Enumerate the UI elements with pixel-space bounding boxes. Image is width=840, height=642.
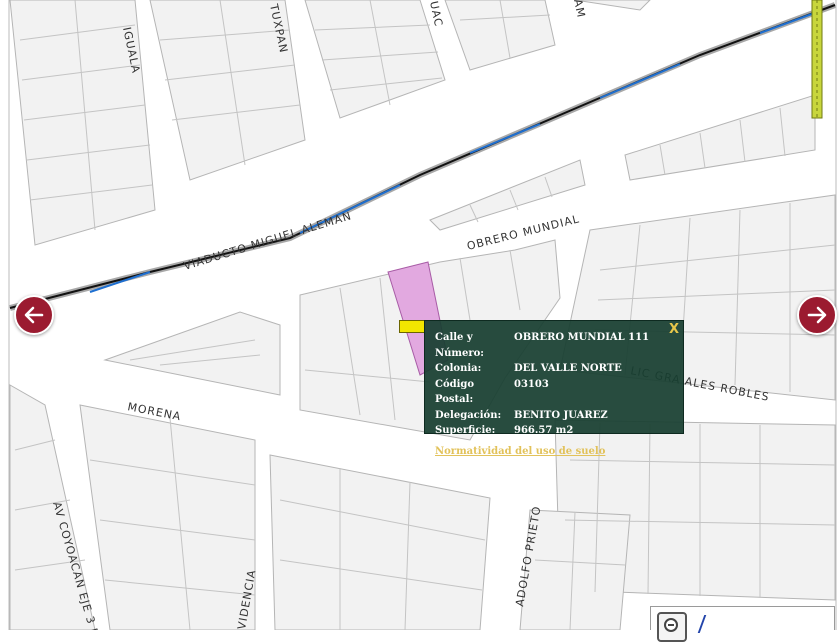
info-row-address: Calle y Número: OBRERO MUNDIAL 111 xyxy=(435,330,673,361)
pan-right-button[interactable] xyxy=(797,295,837,335)
arrow-left-icon xyxy=(24,306,44,324)
info-label: Código Postal: xyxy=(435,378,475,406)
info-value: 03103 xyxy=(514,378,549,390)
info-value: 966.57 m2 xyxy=(514,425,574,436)
location-marker[interactable] xyxy=(399,320,425,333)
info-label: Superficie: xyxy=(435,425,496,436)
zoom-out-button[interactable] xyxy=(657,612,687,642)
info-row-superficie: Superficie: 966.57 m2 xyxy=(435,423,673,439)
arrow-right-icon xyxy=(807,306,827,324)
info-row-colonia: Colonia: DEL VALLE NORTE xyxy=(435,361,673,377)
scale-bar-mark xyxy=(697,615,707,633)
info-value: OBRERO MUNDIAL 111 xyxy=(514,332,650,343)
parcel-info-popup: X Calle y Número: OBRERO MUNDIAL 111 Col… xyxy=(424,320,684,457)
info-label: Calle y Número: xyxy=(435,332,484,359)
map-canvas[interactable]: IGUALA TUXPAN UAC AM VIADUCTO MIGUEL ALE… xyxy=(0,0,840,630)
info-row-delegacion: Delegación: BENITO JUAREZ xyxy=(435,408,673,424)
info-label: Colonia: xyxy=(435,363,482,374)
magnifier-minus-icon xyxy=(664,618,678,632)
info-value: DEL VALLE NORTE xyxy=(514,363,622,374)
info-label: Delegación: xyxy=(435,409,502,421)
land-use-regulation-link[interactable]: Normatividad del uso de suelo xyxy=(435,446,605,457)
highlight-strip xyxy=(811,0,823,119)
scale-widget xyxy=(650,606,835,642)
popup-close-button[interactable]: X xyxy=(669,322,679,337)
info-value: BENITO JUAREZ xyxy=(514,409,608,421)
info-row-postal-code: Código Postal: 03103 xyxy=(435,377,673,408)
city-block xyxy=(79,404,256,630)
pan-left-button[interactable] xyxy=(14,295,54,335)
